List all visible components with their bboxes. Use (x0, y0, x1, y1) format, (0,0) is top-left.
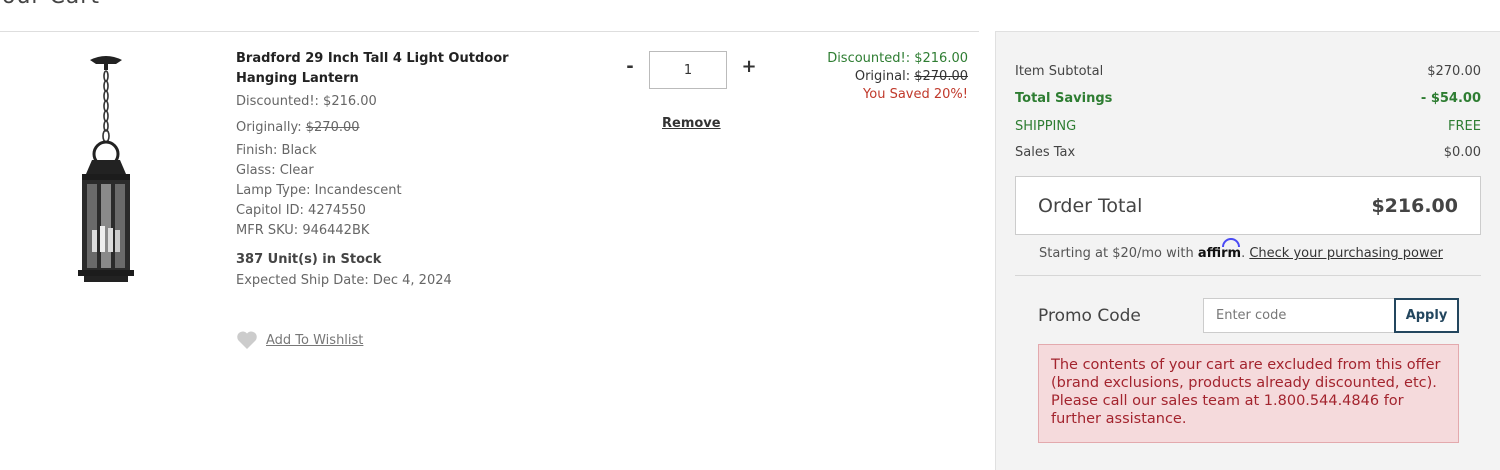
total-savings-label: Total Savings (1015, 91, 1113, 106)
shipping-label: SHIPPING (1015, 119, 1077, 134)
capitol-id: Capitol ID: 4274550 (236, 203, 366, 218)
finish: Finish: Black (236, 143, 317, 158)
wishlist[interactable]: Add To Wishlist (236, 330, 363, 350)
promo-code-label: Promo Code (1038, 306, 1141, 326)
affirm-logo: affirm (1198, 238, 1241, 261)
stock-status: 387 Unit(s) in Stock (236, 252, 382, 267)
item-subtotal-value: $270.00 (1427, 64, 1481, 79)
item-divider (0, 31, 979, 32)
line-original-price: Original: $270.00 (827, 68, 968, 86)
order-summary: Item Subtotal $270.00 Total Savings - $5… (995, 31, 1500, 470)
affirm-arc-icon (1221, 238, 1240, 247)
order-total-label: Order Total (1038, 194, 1143, 217)
affirm-prefix: Starting at $20/mo with (1039, 246, 1198, 261)
mfr-sku: MFR SKU: 946442BK (236, 223, 370, 238)
line-original-prefix: Original: (854, 69, 915, 84)
item-subtotal-label: Item Subtotal (1015, 64, 1104, 79)
product-image[interactable] (70, 52, 142, 286)
sales-tax-row: Sales Tax $0.00 (1015, 145, 1481, 160)
apply-promo-button[interactable]: Apply (1394, 298, 1459, 333)
line-price: Discounted!: $216.00 Original: $270.00 Y… (827, 50, 968, 104)
line-original-value: $270.00 (914, 69, 968, 84)
heart-icon[interactable] (236, 330, 258, 350)
summary-divider (1015, 275, 1481, 276)
sales-tax-label: Sales Tax (1015, 145, 1076, 160)
line-discounted-price: Discounted!: $216.00 (827, 51, 968, 66)
check-purchasing-power-link[interactable]: Check your purchasing power (1249, 246, 1443, 261)
discounted-price: Discounted!: $216.00 (236, 94, 377, 109)
order-total-value: $216.00 (1371, 194, 1458, 217)
product-title[interactable]: Bradford 29 Inch Tall 4 Light Outdoor Ha… (236, 49, 536, 89)
affirm-financing: Starting at $20/mo with affirm. Check yo… (1039, 238, 1443, 261)
sales-tax-value: $0.00 (1443, 145, 1481, 160)
quantity-increase-button[interactable]: + (738, 56, 760, 82)
promo-error-message: The contents of your cart are excluded f… (1038, 344, 1459, 443)
remove-item-link[interactable]: Remove (662, 116, 721, 131)
item-subtotal-row: Item Subtotal $270.00 (1015, 64, 1481, 79)
quantity-input[interactable] (649, 51, 727, 89)
order-total-box: Order Total $216.00 (1015, 176, 1481, 235)
total-savings-row: Total Savings - $54.00 (1015, 91, 1481, 106)
originally-value: $270.00 (305, 120, 360, 135)
promo-code-input[interactable] (1203, 298, 1397, 333)
originally-prefix: Originally: (236, 120, 306, 135)
add-to-wishlist-link[interactable]: Add To Wishlist (266, 333, 363, 348)
total-savings-value: - $54.00 (1420, 91, 1481, 106)
shipping-row: SHIPPING FREE (1015, 119, 1481, 134)
glass: Glass: Clear (236, 163, 314, 178)
product-details: Bradford 29 Inch Tall 4 Light Outdoor Ha… (236, 49, 536, 293)
original-price: Originally: $270.00 (236, 115, 536, 141)
shipping-value: FREE (1448, 119, 1481, 134)
quantity-decrease-button[interactable]: - (620, 56, 640, 82)
ship-date: Expected Ship Date: Dec 4, 2024 (236, 273, 452, 288)
line-saved-percent: You Saved 20%! (863, 87, 968, 102)
page-heading: our Cart (2, 0, 100, 9)
lamp-type: Lamp Type: Incandescent (236, 183, 402, 198)
